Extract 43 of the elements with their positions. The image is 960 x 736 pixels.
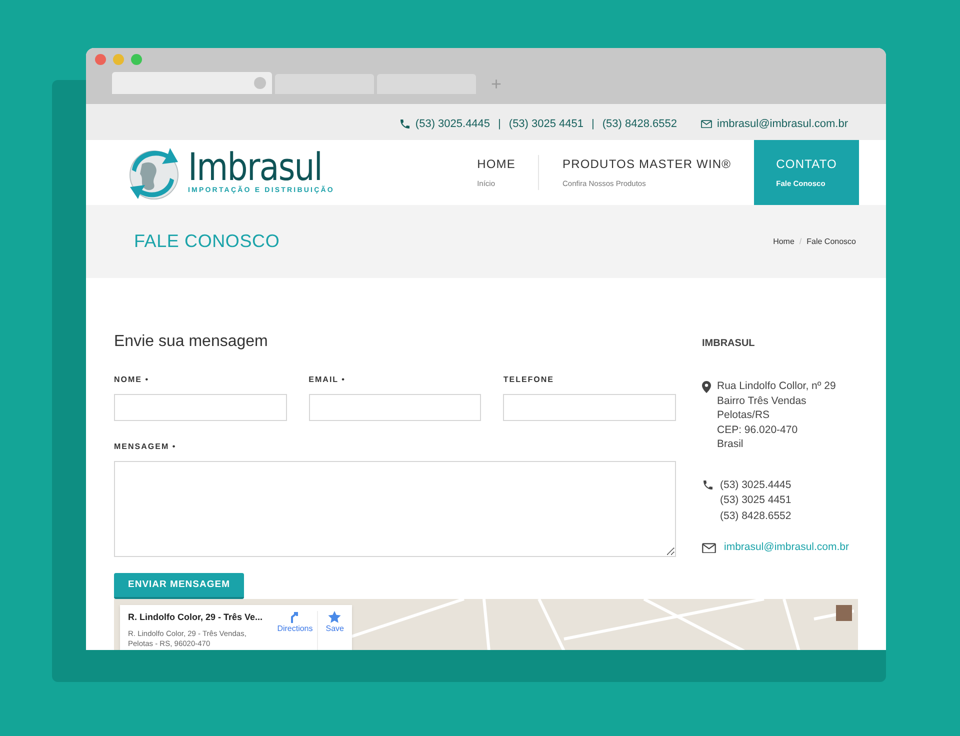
phone-number: (53) 3025 4451 xyxy=(508,116,584,132)
separator: | xyxy=(498,116,501,132)
mail-icon xyxy=(701,120,712,128)
address-line: Rua Lindolfo Collor, nº 29 xyxy=(717,379,836,394)
save-button[interactable]: Save xyxy=(316,611,344,650)
place-title: R. Lindolfo Color, 29 - Três Ve... xyxy=(128,611,264,624)
input-field[interactable] xyxy=(503,394,676,421)
field-label: NOME • xyxy=(114,374,150,386)
submit-button[interactable]: ENVIAR MENSAGEM xyxy=(114,573,244,599)
message-field[interactable] xyxy=(114,461,676,557)
phone-number: (53) 3025 4451 xyxy=(720,493,792,508)
browser-tab[interactable] xyxy=(112,72,272,94)
email-link[interactable]: imbrasul@imbrasul.com.br xyxy=(724,540,850,556)
profile-avatar-icon xyxy=(836,605,852,621)
phone-icon xyxy=(702,478,714,490)
logo-wordmark: Imbrasul xyxy=(188,148,322,186)
address-line: CEP: 96.020-470 xyxy=(717,422,799,437)
address-line: Brasil xyxy=(717,437,744,452)
form-title: Envie sua mensagem xyxy=(114,332,269,352)
address-line: Bairro Três Vendas xyxy=(717,394,808,408)
star-icon xyxy=(328,611,342,623)
input-field[interactable] xyxy=(308,394,482,421)
breadcrumb-separator: / xyxy=(799,236,802,248)
breadcrumb-link[interactable]: Home xyxy=(773,236,794,248)
address-line: Pelotas/RS xyxy=(717,408,771,422)
tab-favicon-icon xyxy=(254,77,266,89)
field-label: EMAIL • xyxy=(308,374,346,386)
map-pin-icon xyxy=(702,381,711,393)
field-label: MENSAGEM • xyxy=(114,441,176,453)
phone-number: (53) 3025.4445 xyxy=(415,116,490,132)
input-field[interactable] xyxy=(114,394,287,421)
phone-number: (53) 3025.4445 xyxy=(720,478,792,492)
directions-button[interactable]: Directions xyxy=(273,611,317,650)
mail-icon xyxy=(702,542,716,554)
page-title: FALE CONOSCO xyxy=(134,230,280,253)
email-link[interactable]: imbrasul@imbrasul.com.br xyxy=(717,116,848,132)
phone-number: (53) 8428.6552 xyxy=(602,116,678,132)
separator: | xyxy=(592,116,594,132)
phone-number: (53) 8428.6552 xyxy=(720,508,792,524)
phone-icon xyxy=(399,118,412,130)
field-label: TELEFONE xyxy=(503,374,554,386)
company-name: IMBRASUL xyxy=(702,337,756,351)
directions-icon xyxy=(288,611,301,623)
